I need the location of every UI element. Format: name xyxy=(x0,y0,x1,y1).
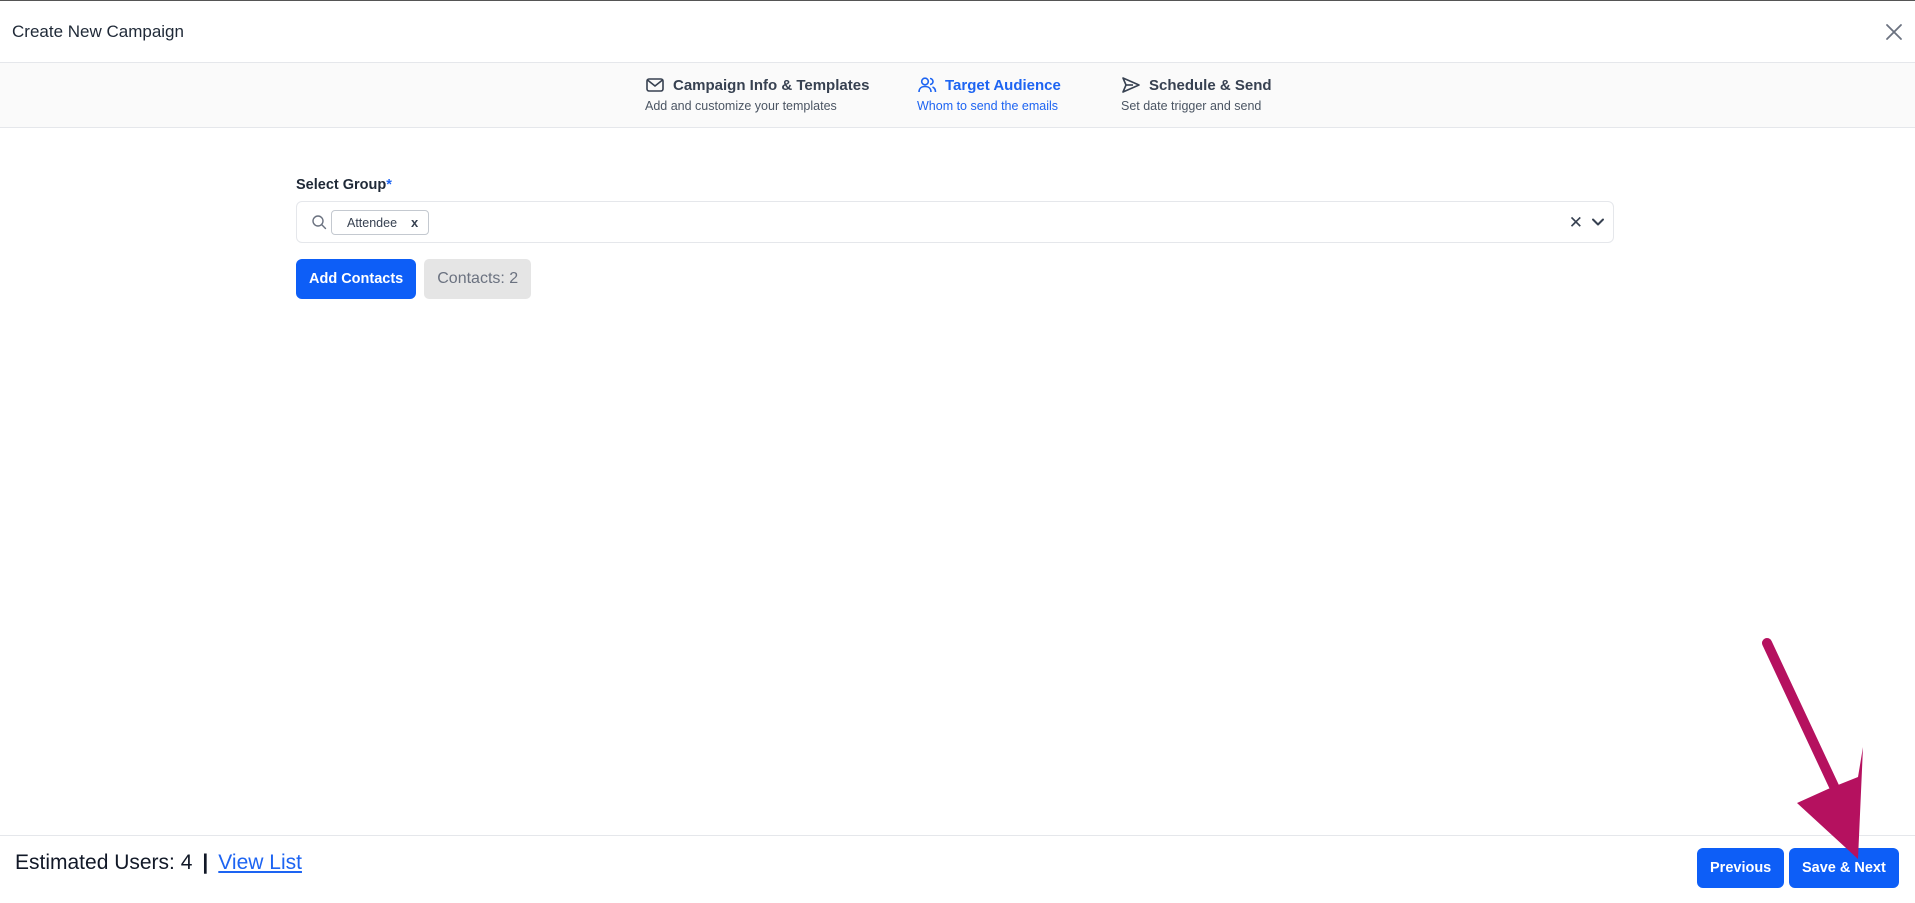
step-subtitle: Whom to send the emails xyxy=(917,99,1059,113)
selected-group-chip: Attendee x xyxy=(331,210,430,235)
close-icon[interactable] xyxy=(1883,21,1905,43)
envelope-icon xyxy=(646,78,664,92)
modal-title: Create New Campaign xyxy=(12,22,184,41)
select-group-label: Select Group* xyxy=(296,177,392,193)
create-campaign-modal: Create New Campaign Campaign Info & Temp… xyxy=(0,0,1915,903)
contacts-count-badge: Contacts: 2 xyxy=(424,259,532,299)
step-title: Target Audience xyxy=(945,76,1061,94)
clear-selection-button[interactable]: ✕ xyxy=(1569,213,1583,233)
save-next-button[interactable]: Save & Next xyxy=(1789,848,1899,888)
step-title: Schedule & Send xyxy=(1149,76,1272,94)
chip-label: Attendee xyxy=(347,215,398,230)
modal-header: Create New Campaign xyxy=(0,1,1915,63)
previous-button[interactable]: Previous xyxy=(1697,848,1785,888)
add-contacts-button[interactable]: Add Contacts xyxy=(296,259,417,299)
separator: | xyxy=(202,851,209,874)
send-icon xyxy=(1122,77,1140,93)
campaign-stepper: Campaign Info & Templates Add and custom… xyxy=(0,63,1915,128)
estimated-users: Estimated Users: 4 | View List xyxy=(15,851,302,875)
target-audience-form: Select Group* Attendee x ✕ Add Contacts … xyxy=(296,177,1616,299)
users-icon xyxy=(918,77,937,93)
audience-actions: Add Contacts Contacts: 2 xyxy=(296,259,1616,299)
modal-footer: Estimated Users: 4 | View List Previous … xyxy=(0,835,1915,903)
step-subtitle: Add and customize your templates xyxy=(645,99,837,113)
search-icon xyxy=(312,215,327,230)
select-group-input[interactable]: Attendee x ✕ xyxy=(296,201,1614,243)
step-title: Campaign Info & Templates xyxy=(673,76,870,94)
chip-remove-button[interactable]: x xyxy=(411,215,418,230)
annotation-arrow-icon xyxy=(1762,638,1863,859)
step-schedule-send[interactable]: Schedule & Send Set date trigger and sen… xyxy=(1121,75,1272,114)
step-target-audience[interactable]: Target Audience Whom to send the emails xyxy=(917,75,1061,114)
estimated-users-text: Estimated Users: 4 xyxy=(15,851,193,874)
step-subtitle: Set date trigger and send xyxy=(1121,99,1262,113)
chevron-down-icon[interactable] xyxy=(1591,215,1605,229)
step-campaign-info[interactable]: Campaign Info & Templates Add and custom… xyxy=(645,75,870,114)
required-mark: * xyxy=(386,177,392,193)
view-list-link[interactable]: View List xyxy=(218,851,302,875)
